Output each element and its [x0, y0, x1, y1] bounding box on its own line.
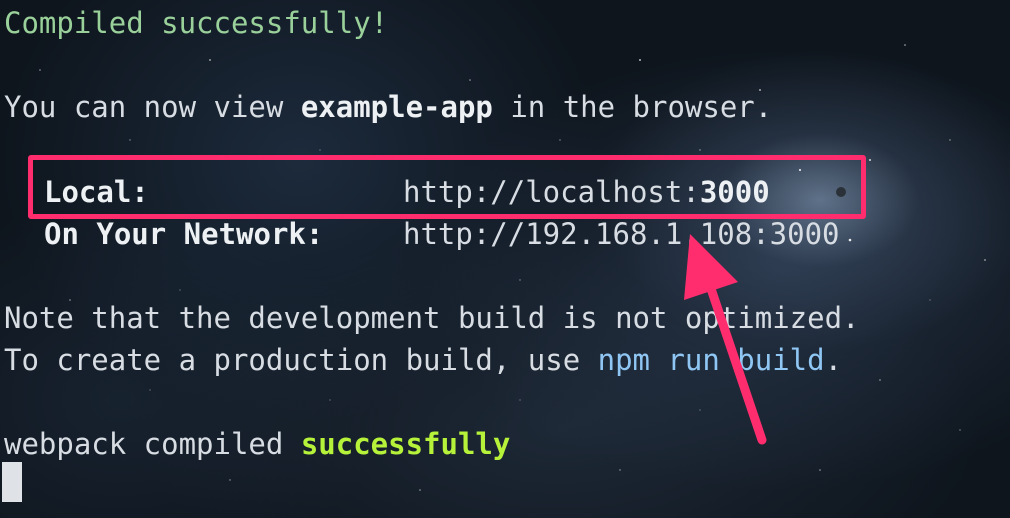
- webpack-status: successfully: [300, 427, 511, 461]
- network-label: On Your Network:: [44, 217, 324, 251]
- terminal-cursor: [2, 462, 22, 502]
- note-line: Note that the development build is not o…: [4, 301, 860, 335]
- compiled-message: Compiled successfully!: [4, 6, 389, 40]
- production-prefix: To create a production build, use: [4, 343, 598, 377]
- production-build-line: To create a production build, use npm ru…: [4, 342, 842, 378]
- annotation-highlight-box: [28, 155, 866, 219]
- network-url[interactable]: http://192.168.1.108:3000: [403, 216, 840, 252]
- production-suffix: .: [824, 343, 843, 377]
- terminal-output: Compiled successfully! You can now view …: [0, 0, 1010, 518]
- webpack-prefix: webpack compiled: [4, 427, 301, 461]
- view-suffix: in the browser.: [492, 90, 773, 124]
- view-in-browser-line: You can now view example-app in the brow…: [4, 89, 772, 125]
- webpack-status-line: webpack compiled successfully: [4, 426, 510, 462]
- production-command: npm run build: [597, 343, 825, 377]
- app-name: example-app: [300, 90, 493, 124]
- view-prefix: You can now view: [4, 90, 301, 124]
